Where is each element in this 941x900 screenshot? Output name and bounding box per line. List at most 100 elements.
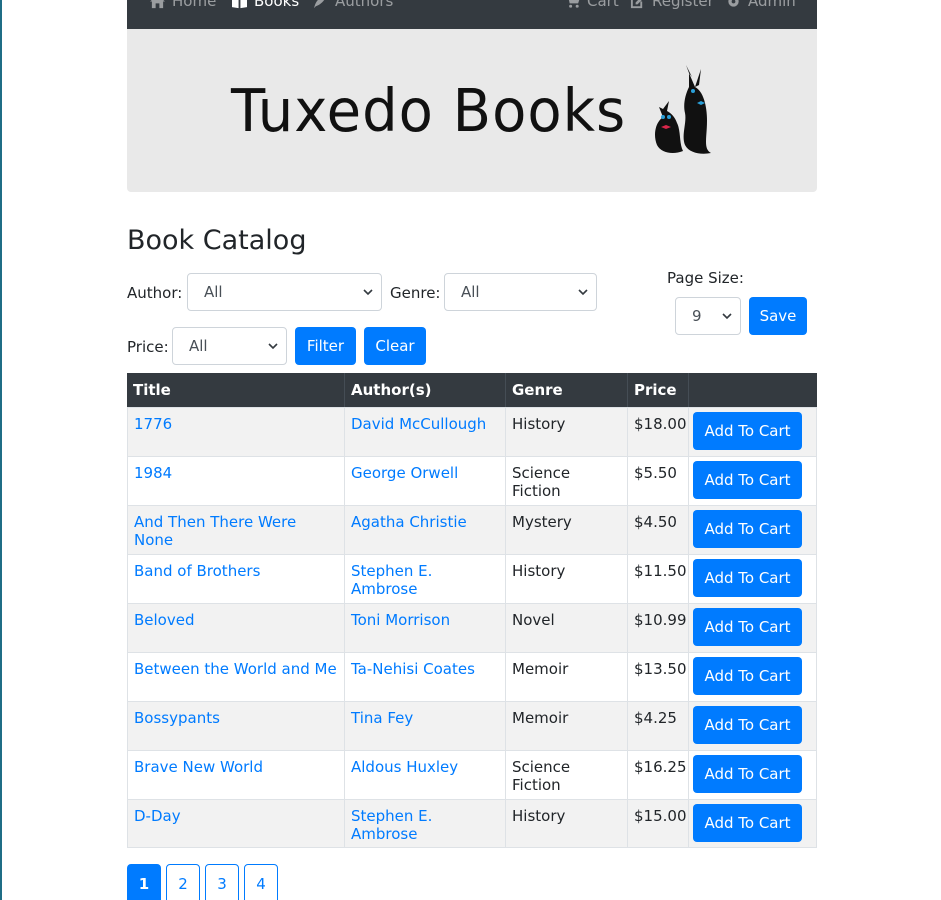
genre-cell: Mystery xyxy=(506,506,628,554)
author-link[interactable]: George Orwell xyxy=(351,464,458,482)
book-open-icon xyxy=(232,0,247,8)
title-cell: Beloved xyxy=(127,604,345,652)
edit-icon xyxy=(630,0,643,8)
author-link[interactable]: Ta-Nehisi Coates xyxy=(351,660,475,678)
author-link[interactable]: Agatha Christie xyxy=(351,513,467,531)
table-row: 1984 George Orwell Science Fiction $5.50 Add… xyxy=(127,456,817,505)
price-select[interactable]: All xyxy=(172,327,287,365)
clear-button[interactable]: Clear xyxy=(364,327,426,365)
table-row: Between the World and Me Ta-Nehisi Coates… xyxy=(127,652,817,701)
author-link[interactable]: Toni Morrison xyxy=(351,611,450,629)
price-cell: $18.00 xyxy=(628,408,689,456)
page-button-1[interactable]: 1 xyxy=(127,864,161,900)
author-cell: Ta-Nehisi Coates xyxy=(345,653,506,701)
book-title-link[interactable]: D-Day xyxy=(134,807,181,825)
table-row: Band of Brothers Stephen E. Ambrose Histor… xyxy=(127,554,817,603)
author-filter-label: Author: xyxy=(127,284,183,302)
nav-register[interactable]: Register xyxy=(629,0,714,10)
column-header-title: Title xyxy=(127,373,345,407)
add-to-cart-button[interactable]: Add To Cart xyxy=(693,804,802,842)
column-header-price: Price xyxy=(628,373,689,407)
page-button-3[interactable]: 3 xyxy=(205,864,239,900)
action-cell: Add To Cart xyxy=(689,702,817,750)
navbar: Home Books Authors Cart Register Admin xyxy=(127,0,817,29)
brand-logo-text: Tuxedo Books xyxy=(231,77,627,146)
nav-home-label: Home xyxy=(172,0,217,10)
book-title-link[interactable]: Beloved xyxy=(134,611,195,629)
add-to-cart-button[interactable]: Add To Cart xyxy=(693,608,802,646)
add-to-cart-button[interactable]: Add To Cart xyxy=(693,559,802,597)
feather-icon xyxy=(313,0,324,8)
price-select-value: All xyxy=(189,337,208,355)
author-link[interactable]: David McCullough xyxy=(351,415,486,433)
author-cell: George Orwell xyxy=(345,457,506,505)
book-title-link[interactable]: Band of Brothers xyxy=(134,562,260,580)
title-cell: And Then There Were None xyxy=(127,506,345,554)
title-cell: Between the World and Me xyxy=(127,653,345,701)
page-size-value: 9 xyxy=(692,307,702,325)
save-button[interactable]: Save xyxy=(749,297,807,335)
column-header-actions xyxy=(689,373,817,407)
genre-cell: Novel xyxy=(506,604,628,652)
cat-logo-icon xyxy=(655,65,711,154)
home-icon xyxy=(150,0,165,8)
add-to-cart-button[interactable]: Add To Cart xyxy=(693,657,802,695)
genre-cell: History xyxy=(506,800,628,847)
book-title-link[interactable]: 1776 xyxy=(134,415,172,433)
book-title-link[interactable]: Bossypants xyxy=(134,709,220,727)
add-to-cart-button[interactable]: Add To Cart xyxy=(693,461,802,499)
add-to-cart-button[interactable]: Add To Cart xyxy=(693,755,802,793)
nav-home[interactable]: Home xyxy=(149,0,216,10)
nav-cart[interactable]: Cart xyxy=(564,0,619,10)
author-cell: Tina Fey xyxy=(345,702,506,750)
book-title-link[interactable]: Brave New World xyxy=(134,758,263,776)
price-cell: $5.50 xyxy=(628,457,689,505)
table-header: Title Author(s) Genre Price xyxy=(127,373,817,407)
page-button-4[interactable]: 4 xyxy=(244,864,278,900)
author-link[interactable]: Stephen E. Ambrose xyxy=(351,562,432,598)
price-cell: $4.50 xyxy=(628,506,689,554)
page-button-2[interactable]: 2 xyxy=(166,864,200,900)
genre-select[interactable]: All xyxy=(444,273,597,311)
page-size-select[interactable]: 9 xyxy=(675,297,741,335)
table-body: 1776 David McCullough History $18.00 Add To … xyxy=(127,407,817,848)
author-link[interactable]: Stephen E. Ambrose xyxy=(351,807,432,843)
nav-admin[interactable]: Admin xyxy=(725,0,796,10)
genre-cell: Memoir xyxy=(506,653,628,701)
price-filter-label: Price: xyxy=(127,338,169,356)
page-size-label: Page Size: xyxy=(667,269,744,287)
column-header-authors: Author(s) xyxy=(345,373,506,407)
table-row: Bossypants Tina Fey Memoir $4.25 Add To Cart xyxy=(127,701,817,750)
author-link[interactable]: Tina Fey xyxy=(351,709,413,727)
nav-cart-label: Cart xyxy=(587,0,619,10)
action-cell: Add To Cart xyxy=(689,751,817,799)
page-title: Book Catalog xyxy=(127,225,307,256)
title-cell: Bossypants xyxy=(127,702,345,750)
genre-cell: Science Fiction xyxy=(506,457,628,505)
add-to-cart-button[interactable]: Add To Cart xyxy=(693,510,802,548)
action-cell: Add To Cart xyxy=(689,408,817,456)
book-title-link[interactable]: Between the World and Me xyxy=(134,660,337,678)
nav-books-label: Books xyxy=(254,0,300,10)
genre-filter-label: Genre: xyxy=(390,284,441,302)
book-title-link[interactable]: 1984 xyxy=(134,464,172,482)
add-to-cart-button[interactable]: Add To Cart xyxy=(693,706,802,744)
genre-cell: Science Fiction xyxy=(506,751,628,799)
author-cell: Stephen E. Ambrose xyxy=(345,555,506,603)
table-row: Beloved Toni Morrison Novel $10.99 Add To Ca… xyxy=(127,603,817,652)
nav-books[interactable]: Books xyxy=(231,0,299,10)
author-cell: Stephen E. Ambrose xyxy=(345,800,506,847)
book-title-link[interactable]: And Then There Were None xyxy=(134,513,296,549)
nav-authors[interactable]: Authors xyxy=(312,0,393,10)
author-select[interactable]: All xyxy=(187,273,382,311)
add-to-cart-button[interactable]: Add To Cart xyxy=(693,412,802,450)
author-cell: David McCullough xyxy=(345,408,506,456)
title-cell: Brave New World xyxy=(127,751,345,799)
price-cell: $15.00 xyxy=(628,800,689,847)
author-cell: Agatha Christie xyxy=(345,506,506,554)
gear-icon xyxy=(728,0,739,7)
brand-banner: Tuxedo Books xyxy=(127,29,817,192)
column-header-genre: Genre xyxy=(506,373,628,407)
filter-button[interactable]: Filter xyxy=(295,327,356,365)
author-link[interactable]: Aldous Huxley xyxy=(351,758,458,776)
